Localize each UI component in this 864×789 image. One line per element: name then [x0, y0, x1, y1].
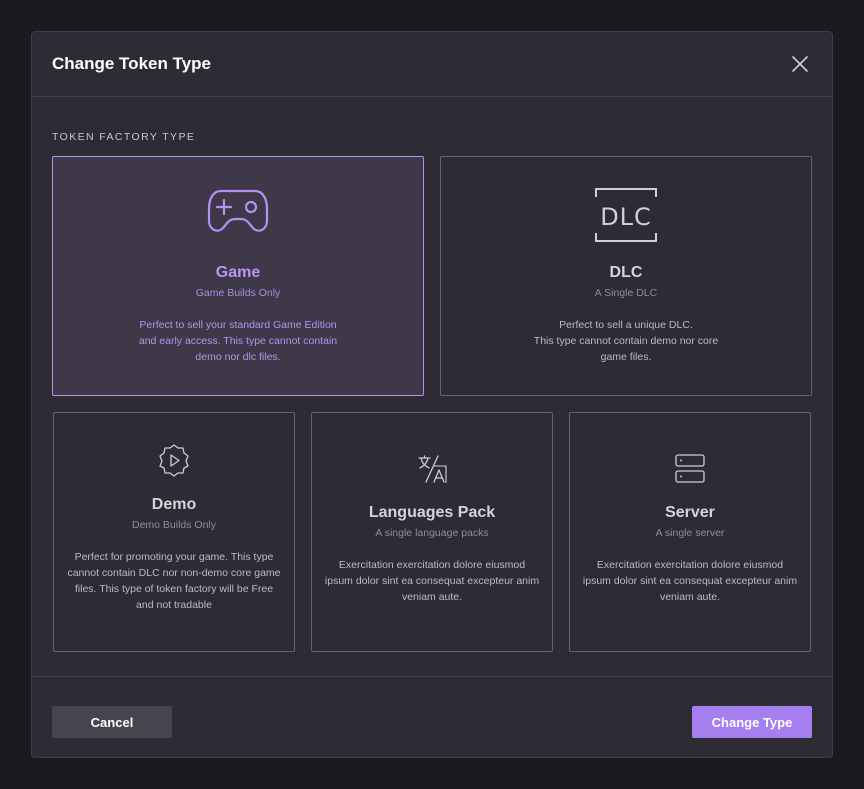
play-badge-icon [54, 443, 294, 477]
dialog-footer: Cancel Change Type [32, 676, 832, 759]
cancel-button[interactable]: Cancel [52, 706, 172, 738]
change-token-type-dialog: Change Token Type TOKEN FACTORY TYPE Gam… [31, 31, 833, 758]
gamepad-icon [53, 187, 423, 235]
card-title: Demo [151, 496, 197, 513]
card-title: Languages Pack [368, 504, 496, 521]
svg-text:DLC: DLC [600, 203, 652, 231]
card-description: Perfect for promoting your game. This ty… [67, 551, 281, 611]
card-subtitle: A single server [655, 527, 725, 539]
section-label: TOKEN FACTORY TYPE [52, 131, 196, 143]
card-dlc[interactable]: DLC DLC A Single DLC Perfect to sell a u… [440, 156, 812, 396]
card-description: Perfect to sell a unique DLC. This type … [533, 319, 719, 363]
server-icon [570, 453, 810, 485]
card-languages-pack[interactable]: Languages Pack A single language packs E… [311, 412, 553, 652]
close-icon[interactable] [790, 54, 810, 74]
card-description: Perfect to sell your standard Game Editi… [138, 319, 338, 363]
translate-icon [312, 453, 552, 485]
card-title: Game [215, 264, 261, 281]
card-title: DLC [609, 264, 643, 281]
card-title: Server [665, 504, 715, 521]
card-subtitle: Demo Builds Only [131, 519, 217, 531]
card-game[interactable]: Game Game Builds Only Perfect to sell yo… [52, 156, 424, 396]
card-description: Exercitation exercitation dolore eiusmod… [582, 559, 798, 603]
card-server[interactable]: Server A single server Exercitation exer… [569, 412, 811, 652]
card-demo[interactable]: Demo Demo Builds Only Perfect for promot… [53, 412, 295, 652]
card-subtitle: A Single DLC [594, 287, 658, 299]
change-type-button[interactable]: Change Type [692, 706, 812, 738]
dlc-icon: DLC [441, 187, 811, 243]
card-subtitle: Game Builds Only [195, 287, 281, 299]
dialog-header: Change Token Type [32, 32, 832, 97]
card-description: Exercitation exercitation dolore eiusmod… [324, 559, 540, 603]
dialog-title: Change Token Type [52, 54, 212, 73]
card-subtitle: A single language packs [375, 527, 489, 539]
